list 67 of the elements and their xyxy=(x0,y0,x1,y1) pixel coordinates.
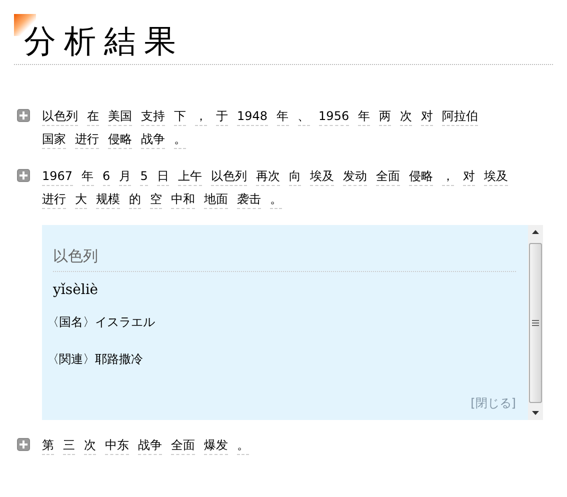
word-link[interactable]: 在 xyxy=(87,108,99,126)
word-link[interactable]: 1967 xyxy=(42,168,73,186)
definition-text: 〈国名〉イスラエル xyxy=(47,314,156,331)
word-link[interactable]: 于 xyxy=(216,108,228,126)
word-link[interactable]: 对 xyxy=(462,168,475,186)
word-link[interactable]: 1956 xyxy=(318,108,350,126)
word-link[interactable]: 进行 xyxy=(75,131,99,149)
word-link[interactable]: 埃及 xyxy=(484,168,508,186)
headword: 以色列 xyxy=(53,247,516,272)
word-link[interactable]: 战争 xyxy=(138,437,162,455)
word-link[interactable]: 以色列 xyxy=(42,108,78,126)
word-link[interactable]: 大 xyxy=(75,191,87,209)
word-link[interactable]: 。 xyxy=(174,131,186,149)
scroll-down-icon[interactable] xyxy=(532,411,539,415)
word-link[interactable]: 。 xyxy=(270,191,282,209)
word-link[interactable]: 向 xyxy=(288,168,301,186)
word-link[interactable]: 以色列 xyxy=(210,168,247,186)
word-link[interactable]: ， xyxy=(442,168,454,186)
word-link[interactable]: 再次 xyxy=(256,168,280,186)
word-link[interactable]: 侵略 xyxy=(408,168,433,186)
word-link[interactable]: 。 xyxy=(237,437,249,455)
definition-text: 〈関連〉耶路撒冷 xyxy=(47,351,144,368)
word-link[interactable]: 1948 xyxy=(237,108,268,126)
word-link[interactable]: 第 xyxy=(42,437,54,455)
word-link[interactable]: 袭击 xyxy=(237,191,261,209)
grip-icon xyxy=(532,320,539,326)
word-link[interactable]: 全面 xyxy=(171,437,195,455)
word-link[interactable]: 三 xyxy=(63,437,75,455)
word-link[interactable]: 空 xyxy=(150,191,162,209)
word-link[interactable]: 的 xyxy=(129,191,141,209)
word-link[interactable]: 地面 xyxy=(204,191,228,209)
word-link[interactable]: 年 xyxy=(358,108,370,126)
expand-icon[interactable] xyxy=(17,438,30,451)
word-link[interactable]: 年 xyxy=(276,108,289,126)
word-link[interactable]: 、 xyxy=(298,108,310,126)
expand-icon[interactable] xyxy=(17,109,30,122)
word-link[interactable]: 5 xyxy=(140,168,148,186)
word-link[interactable]: 下 xyxy=(174,108,186,126)
scrollbar[interactable] xyxy=(528,225,543,420)
word-link[interactable]: 国家 xyxy=(42,131,66,149)
word-link[interactable]: 6 xyxy=(102,168,110,186)
word-link[interactable]: 战争 xyxy=(141,131,165,149)
word-link[interactable]: 全面 xyxy=(376,168,400,186)
word-link[interactable]: 月 xyxy=(119,168,132,186)
word-link[interactable]: 进行 xyxy=(42,191,66,209)
word-link[interactable]: 阿拉伯 xyxy=(442,108,478,126)
word-link[interactable]: ， xyxy=(195,108,207,126)
word-link[interactable]: 爆发 xyxy=(204,437,228,455)
word-link[interactable]: 发动 xyxy=(342,168,367,186)
word-link[interactable]: 侵略 xyxy=(108,131,132,149)
word-link[interactable]: 次 xyxy=(84,437,96,455)
pinyin: yǐsèliè xyxy=(53,282,100,298)
word-link[interactable]: 中和 xyxy=(171,191,195,209)
word-link[interactable]: 中东 xyxy=(105,437,129,455)
word-link[interactable]: 规模 xyxy=(96,191,120,209)
word-link[interactable]: 两 xyxy=(379,108,392,126)
word-link[interactable]: 对 xyxy=(421,108,434,126)
word-link[interactable]: 日 xyxy=(156,168,169,186)
word-link[interactable]: 上午 xyxy=(178,168,202,186)
expand-icon[interactable] xyxy=(17,169,30,182)
word-link[interactable]: 支持 xyxy=(141,108,165,126)
word-link[interactable]: 美国 xyxy=(108,108,132,126)
word-link[interactable]: 埃及 xyxy=(310,168,334,186)
word-link[interactable]: 年 xyxy=(82,168,94,186)
scroll-up-icon[interactable] xyxy=(532,230,539,234)
scroll-thumb[interactable] xyxy=(529,242,542,402)
word-link[interactable]: 次 xyxy=(400,108,412,126)
